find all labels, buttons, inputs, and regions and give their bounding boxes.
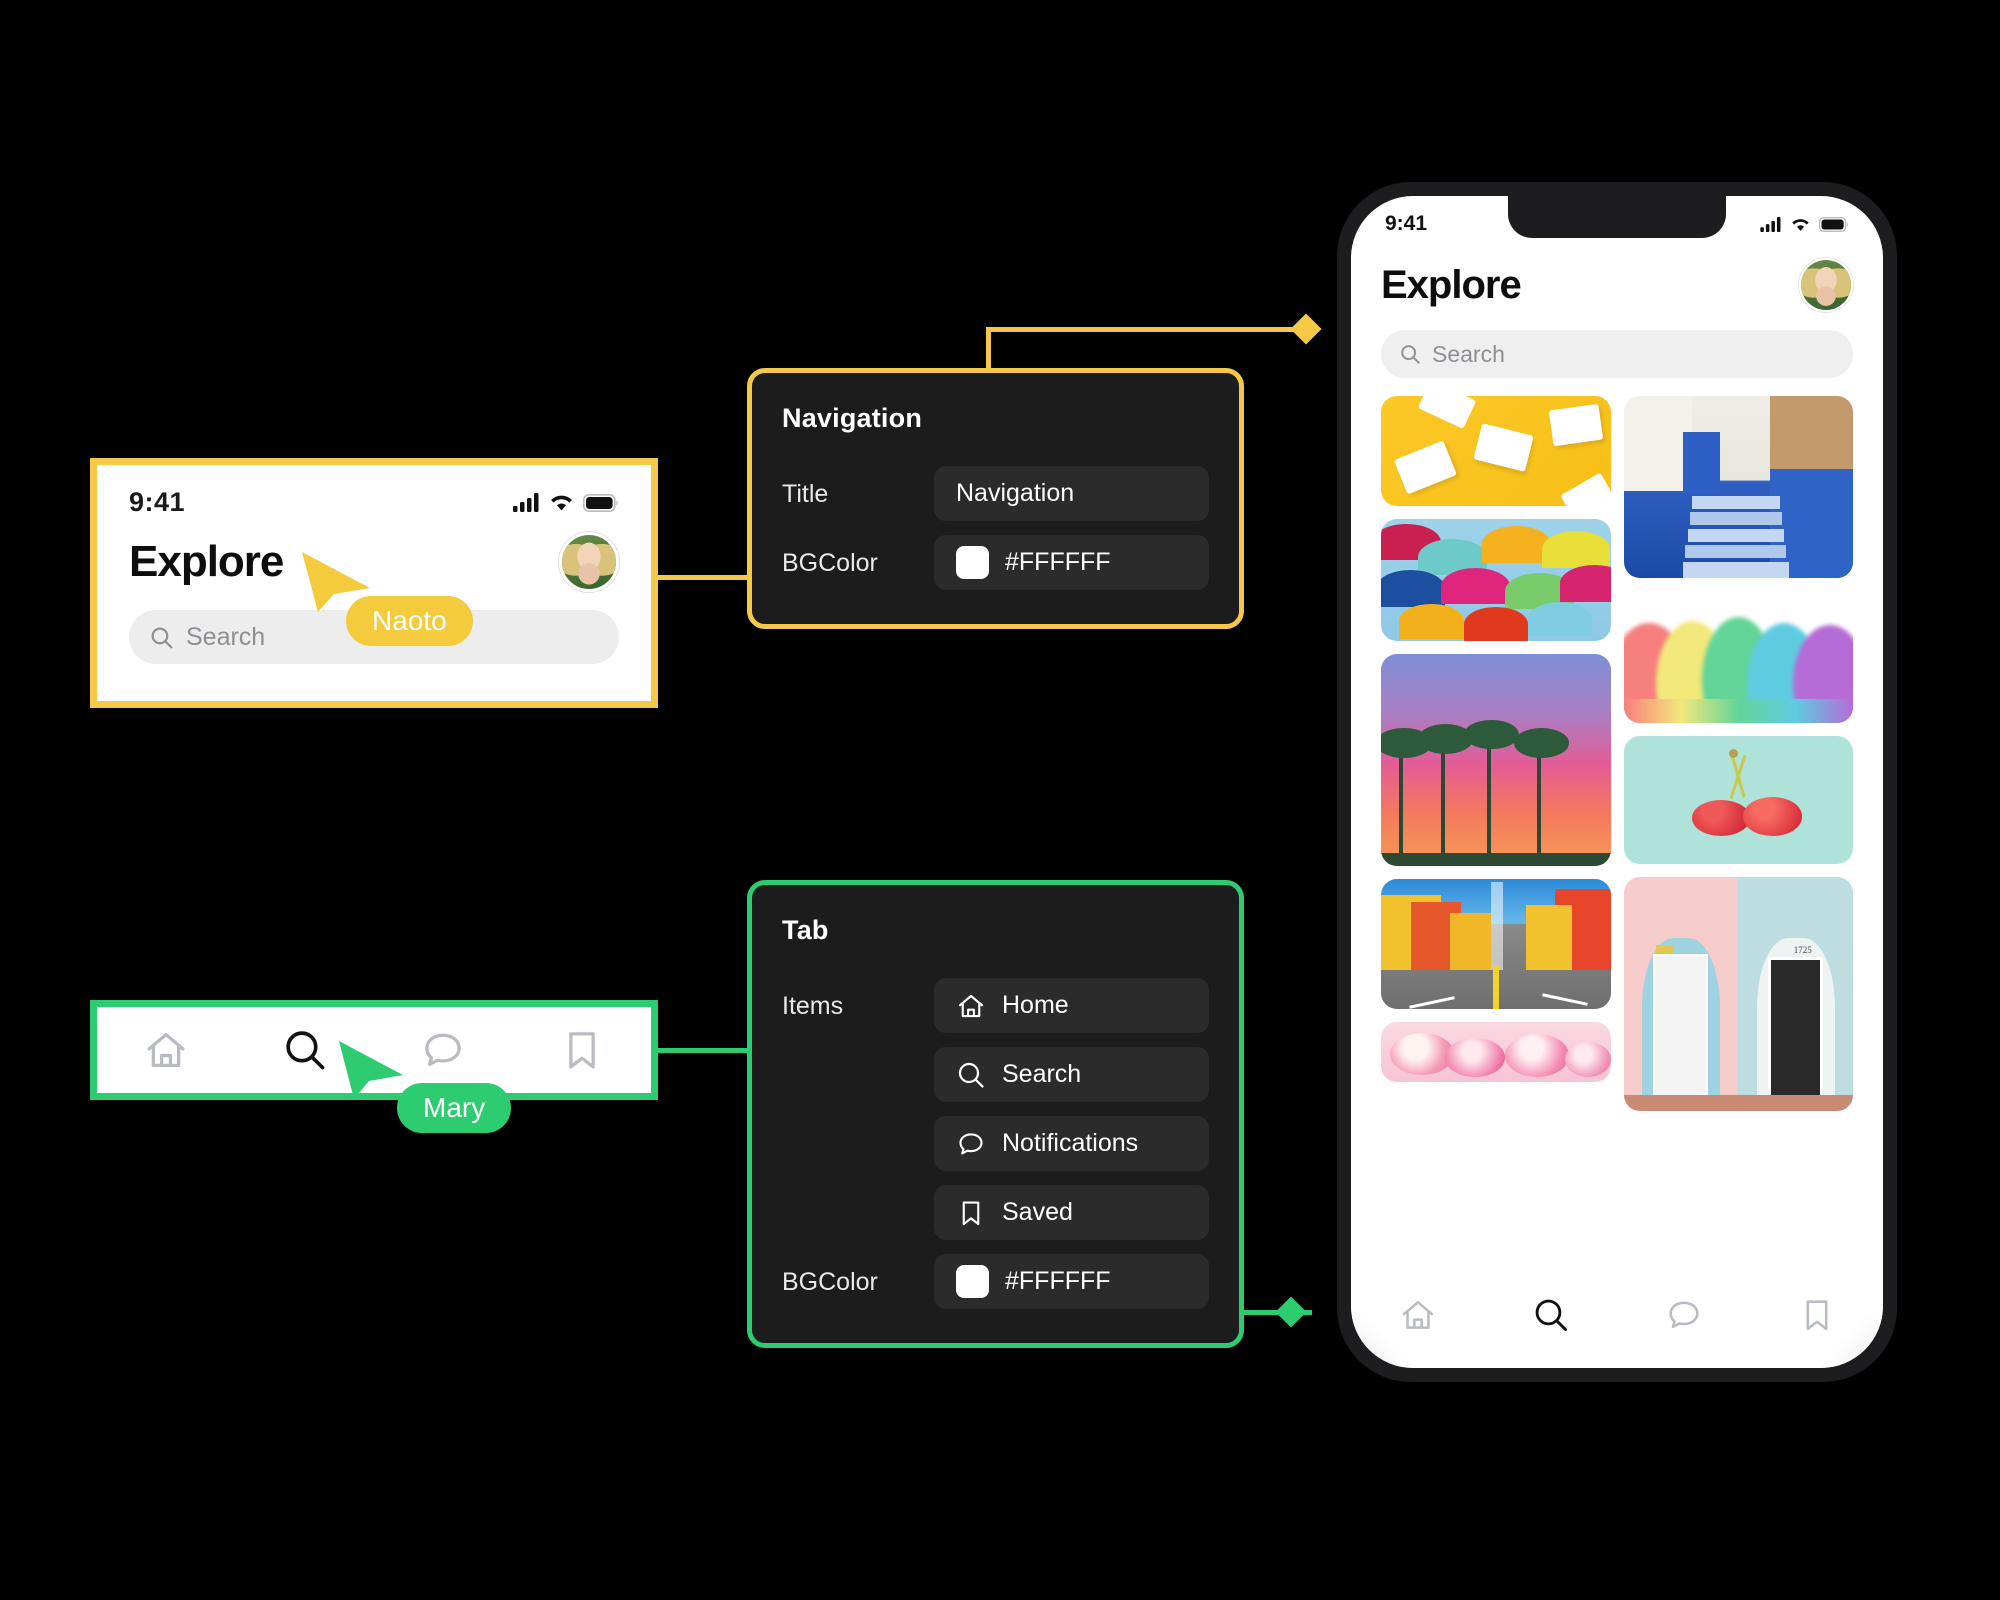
search-input[interactable]: Search [129,610,619,664]
connector-diamond-tab [1275,1296,1307,1328]
tile-pink-peonies[interactable] [1381,1022,1611,1082]
navigation-preview-card[interactable]: 9:41 Explore Search [90,458,658,708]
tile-boxed-water-yellow[interactable] [1381,396,1611,506]
tab-item-label: Notifications [1002,1129,1139,1157]
search-icon [1401,345,1420,364]
battery-icon [583,493,618,512]
canvas: 9:41 Explore Search Naoto Mary Navigatio… [0,0,2000,1600]
bgcolor-value-field[interactable]: #FFFFFF [934,535,1209,590]
tile-colorful-houses-road[interactable] [1381,879,1611,1009]
connector-tab-preview [658,1048,750,1053]
home-icon [958,994,984,1017]
tab-item-saved[interactable]: Saved [934,1185,1209,1240]
grid-column-right: 1725 [1623,396,1853,1111]
bookmark-icon[interactable] [1798,1296,1836,1334]
search-icon [958,1062,984,1088]
tab-item-label: Home [1002,991,1069,1019]
explore-image-grid: 1725 [1351,378,1883,1111]
tab-properties-panel[interactable]: Tab Items Home Search Notifications Save… [747,880,1244,1348]
navigation-properties-panel[interactable]: Navigation Title Navigation BGColor #FFF… [747,368,1244,629]
home-icon[interactable] [1399,1296,1437,1334]
tile-pastel-doors-1725[interactable]: 1725 [1623,877,1853,1111]
bookmark-icon [962,1200,980,1225]
phone-screen: 9:41 Explore Search 1725 [1351,196,1883,1368]
title-value-field[interactable]: Navigation [934,466,1209,521]
connector-nav-phone-h [986,327,1306,332]
chat-bubble-icon[interactable] [420,1027,466,1073]
page-title: Explore [129,537,284,586]
search-icon[interactable] [1532,1296,1570,1334]
property-label-bgcolor: BGColor [782,1268,878,1296]
home-icon[interactable] [143,1027,189,1073]
signal-icon [1760,216,1781,232]
connector-nav-preview [658,575,750,580]
tab-item-label: Saved [1002,1198,1073,1226]
wifi-icon [1792,218,1809,231]
status-time: 9:41 [1385,212,1428,235]
property-label-bgcolor: BGColor [782,549,878,577]
avatar[interactable] [559,532,619,592]
search-icon [151,627,173,648]
search-placeholder: Search [186,622,266,651]
tile-palm-trees-sunset[interactable] [1381,654,1611,866]
tab-item-notifications[interactable]: Notifications [934,1116,1209,1171]
phone-tab-bar[interactable] [1351,1276,1883,1368]
bgcolor-value: #FFFFFF [1005,1267,1111,1295]
tile-colorful-umbrellas[interactable] [1381,519,1611,641]
property-row-items: Items Home Search Notifications Saved [782,978,1209,1240]
color-swatch[interactable] [956,1265,989,1298]
tile-blue-alley-stairs[interactable] [1623,396,1853,578]
panel-title: Tab [782,915,829,945]
title-value: Navigation [956,479,1075,507]
property-label-items: Items [782,992,844,1020]
tab-item-home[interactable]: Home [934,978,1209,1033]
phone-header: Explore [1351,238,1883,312]
search-placeholder: Search [1432,340,1505,367]
signal-icon [513,493,539,512]
tab-item-label: Search [1002,1060,1082,1088]
phone-status-bar: 9:41 [1351,196,1883,238]
bgcolor-value: #FFFFFF [1005,548,1111,576]
panel-title: Navigation [782,403,923,433]
tab-item-search[interactable]: Search [934,1047,1209,1102]
connector-diamond-nav [1290,313,1322,345]
tile-rainbow-ink-clouds[interactable] [1623,591,1853,723]
preview-header: Explore [97,518,651,592]
avatar[interactable] [1799,258,1853,312]
property-row-bgcolor: BGColor #FFFFFF [782,1254,1209,1309]
property-row-bgcolor: BGColor #FFFFFF [782,535,1209,590]
grid-column-left [1381,396,1611,1111]
property-row-title: Title Navigation [782,466,1209,521]
status-icons [1760,216,1849,232]
property-label-title: Title [782,480,829,508]
page-title: Explore [1381,262,1522,307]
tab-preview-card[interactable] [90,1000,658,1100]
status-time: 9:41 [129,487,186,517]
chat-bubble-icon[interactable] [1665,1296,1703,1334]
phone-mockup: 9:41 Explore Search 1725 [1337,182,1897,1382]
bgcolor-value-field[interactable]: #FFFFFF [934,1254,1209,1309]
preview-status-bar: 9:41 [97,465,651,518]
tile-cherries-mint[interactable] [1623,736,1853,864]
status-icons [513,493,619,512]
wifi-icon [551,495,572,511]
color-swatch[interactable] [956,546,989,579]
chat-bubble-icon [959,1132,983,1154]
search-icon[interactable] [282,1027,328,1073]
bookmark-icon[interactable] [559,1027,605,1073]
search-input[interactable]: Search [1381,330,1853,378]
battery-icon [1819,216,1848,232]
connector-nav-phone-v [986,327,991,372]
